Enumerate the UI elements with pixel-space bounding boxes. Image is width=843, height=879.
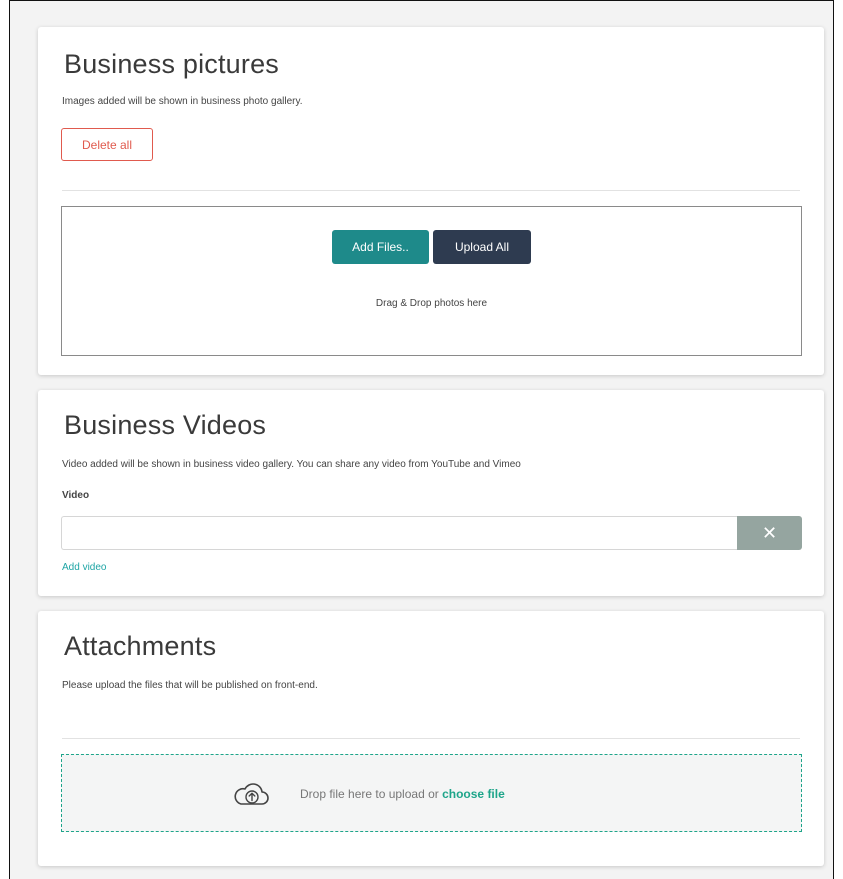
video-field-label: Video — [62, 490, 90, 501]
divider — [62, 190, 800, 191]
attachment-drop-text: Drop file here to upload or choose file — [300, 787, 505, 801]
business-videos-card: Business Videos Video added will be show… — [38, 390, 824, 596]
video-url-input[interactable] — [61, 516, 738, 550]
photo-dropzone[interactable]: Add Files.. Upload All Drag & Drop photo… — [61, 206, 802, 356]
attachments-description: Please upload the files that will be pub… — [62, 680, 318, 691]
cloud-upload-icon — [234, 783, 269, 805]
choose-file-link[interactable]: choose file — [442, 787, 505, 801]
attachment-dropzone[interactable]: Drop file here to upload or choose file — [61, 754, 802, 832]
add-video-link[interactable]: Add video — [62, 562, 106, 573]
close-icon: ✕ — [761, 522, 778, 543]
business-pictures-title: Business pictures — [64, 49, 279, 79]
drop-hint-text: Drag & Drop photos here — [375, 298, 488, 309]
business-pictures-card: Business pictures Images added will be s… — [38, 27, 824, 375]
business-videos-description: Video added will be shown in business vi… — [62, 459, 521, 470]
page-frame: Business pictures Images added will be s… — [9, 0, 834, 879]
delete-all-button[interactable]: Delete all — [61, 128, 153, 161]
business-videos-title: Business Videos — [64, 410, 267, 440]
remove-video-button[interactable]: ✕ — [737, 516, 802, 550]
attachments-title: Attachments — [64, 631, 217, 661]
drop-instruction: Drop file here to upload or — [300, 787, 439, 801]
attachments-card: Attachments Please upload the files that… — [38, 611, 824, 866]
upload-all-button[interactable]: Upload All — [433, 230, 531, 264]
add-files-button[interactable]: Add Files.. — [332, 230, 429, 264]
business-pictures-description: Images added will be shown in business p… — [62, 96, 303, 107]
divider — [62, 738, 800, 739]
